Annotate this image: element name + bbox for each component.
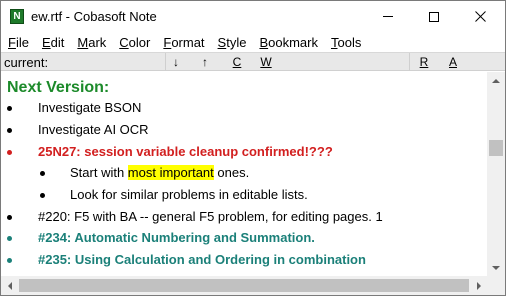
list-item: 25N27: session variable cleanup confirme… xyxy=(38,144,333,159)
a-button[interactable]: A xyxy=(446,55,460,69)
menu-color[interactable]: Color xyxy=(111,35,155,50)
app-icon[interactable]: N xyxy=(10,9,24,24)
list-item: #234: Automatic Numbering and Summation. xyxy=(38,230,315,245)
bullet-icon xyxy=(7,106,12,111)
scroll-left-button[interactable] xyxy=(1,276,18,295)
menu-bookmark[interactable]: Bookmark xyxy=(251,35,323,50)
close-button[interactable] xyxy=(457,1,503,32)
scrollbar-corner xyxy=(487,276,505,295)
bullet-icon xyxy=(40,193,45,198)
horizontal-scroll-thumb[interactable] xyxy=(19,279,469,292)
move-down-button[interactable]: ↓ xyxy=(169,55,183,69)
vertical-scrollbar[interactable] xyxy=(487,72,505,276)
text-segment: Start with xyxy=(70,165,128,180)
text-segment: ones. xyxy=(213,165,250,180)
toolbar-separator xyxy=(165,53,166,71)
horizontal-scrollbar[interactable] xyxy=(1,276,487,295)
menu-tools[interactable]: Tools xyxy=(323,35,366,50)
scroll-up-button[interactable] xyxy=(487,72,505,89)
menu-edit[interactable]: Edit xyxy=(34,35,69,50)
bullet-icon xyxy=(40,171,45,176)
current-label: current: xyxy=(4,55,49,70)
scroll-right-button[interactable] xyxy=(470,276,487,295)
title-bar[interactable]: N ew.rtf - Cobasoft Note xyxy=(1,1,505,32)
menu-style[interactable]: Style xyxy=(210,35,252,50)
scroll-right-icon xyxy=(476,281,481,290)
heading-next-version: Next Version: xyxy=(7,79,110,96)
maximize-icon xyxy=(429,11,439,22)
w-button[interactable]: W xyxy=(259,55,273,69)
menu-file[interactable]: File xyxy=(1,35,34,50)
list-item: #235: Using Calculation and Ordering in … xyxy=(38,252,366,267)
scroll-left-icon xyxy=(7,281,12,290)
menu-bar: File Edit Mark Color Format Style Bookma… xyxy=(1,32,505,52)
bullet-icon xyxy=(7,150,12,155)
scroll-down-icon xyxy=(492,265,500,270)
list-item: Start with most important ones. xyxy=(70,165,249,180)
menu-format[interactable]: Format xyxy=(155,35,209,50)
list-item: Investigate AI OCR xyxy=(38,122,149,137)
list-item: #220: F5 with BA -- general F5 problem, … xyxy=(38,209,383,224)
scroll-down-button[interactable] xyxy=(487,259,505,276)
bullet-icon xyxy=(7,128,12,133)
app-window: N ew.rtf - Cobasoft Note File Edit Mark … xyxy=(0,0,506,296)
close-icon xyxy=(474,11,486,22)
editor-content[interactable]: Next Version: Investigate BSON Investiga… xyxy=(1,72,487,276)
highlighted-text: most important xyxy=(127,165,214,180)
bullet-icon xyxy=(7,236,12,241)
list-item: Investigate BSON xyxy=(38,100,142,115)
bullet-icon xyxy=(7,215,12,220)
scroll-up-icon xyxy=(492,78,500,83)
menu-mark[interactable]: Mark xyxy=(69,35,111,50)
maximize-button[interactable] xyxy=(411,1,457,32)
c-button[interactable]: C xyxy=(230,55,244,69)
move-up-button[interactable]: ↑ xyxy=(198,55,212,69)
list-item: Look for similar problems in editable li… xyxy=(70,187,308,202)
bullet-icon xyxy=(7,258,12,263)
toolbar: current: ↓ ↑ C W R A xyxy=(1,52,505,71)
toolbar-separator xyxy=(409,53,410,71)
minimize-icon xyxy=(383,16,393,17)
window-title: ew.rtf - Cobasoft Note xyxy=(31,9,157,24)
r-button[interactable]: R xyxy=(417,55,431,69)
minimize-button[interactable] xyxy=(365,1,411,32)
vertical-scroll-thumb[interactable] xyxy=(489,140,503,156)
